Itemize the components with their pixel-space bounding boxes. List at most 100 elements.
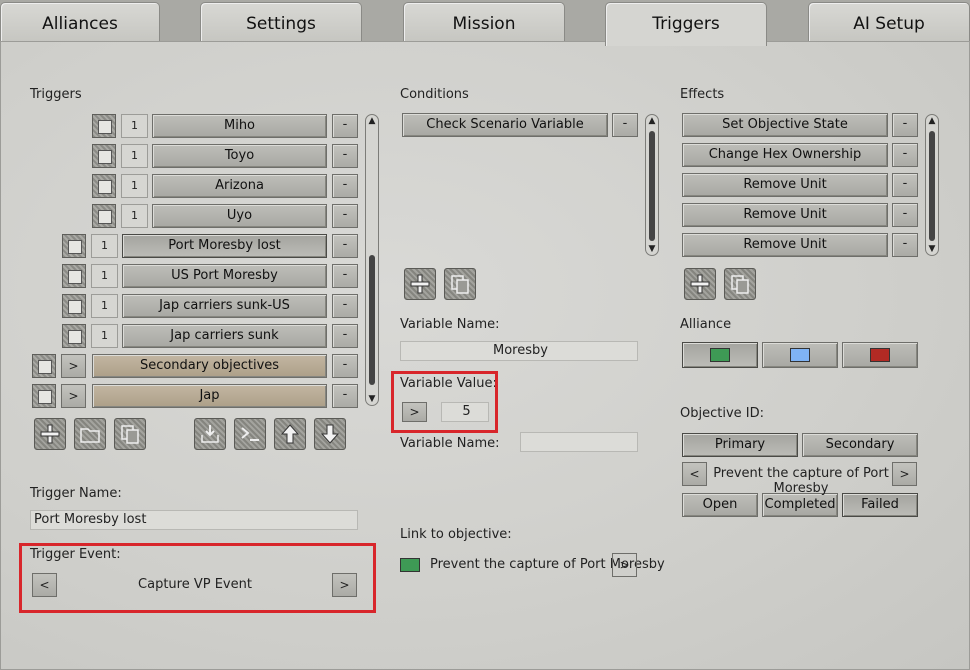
trigger-item[interactable]: Toyo <box>152 144 327 168</box>
trigger-item[interactable]: Jap <box>92 384 327 408</box>
conditions-scrollbar[interactable]: ▲ ▼ <box>645 114 659 256</box>
scroll-thumb[interactable] <box>649 131 655 241</box>
scroll-down-icon[interactable]: ▼ <box>646 244 658 254</box>
trigger-count: 1 <box>121 174 148 198</box>
trigger-remove-button[interactable]: - <box>332 234 358 258</box>
tab-ai-setup[interactable]: AI Setup <box>808 2 970 42</box>
tab-settings[interactable]: Settings <box>200 2 362 42</box>
trigger-expand-button[interactable]: > <box>61 384 86 408</box>
trigger-count: 1 <box>91 294 118 318</box>
copy-effect-button[interactable] <box>724 268 756 300</box>
trigger-remove-button[interactable]: - <box>332 294 358 318</box>
trigger-item[interactable]: US Port Moresby <box>122 264 327 288</box>
trigger-checkbox[interactable] <box>32 354 56 378</box>
effect-remove-button[interactable]: - <box>892 113 918 137</box>
trigger-count: 1 <box>121 144 148 168</box>
trigger-expand-button[interactable]: > <box>61 354 86 378</box>
import-button[interactable] <box>194 418 226 450</box>
import-icon <box>201 425 219 443</box>
trigger-remove-button[interactable]: - <box>332 114 358 138</box>
trigger-count: 1 <box>91 324 118 348</box>
trigger-checkbox[interactable] <box>92 204 116 228</box>
trigger-remove-button[interactable]: - <box>332 144 358 168</box>
trigger-item[interactable]: Jap carriers sunk <box>122 324 327 348</box>
trigger-checkbox[interactable] <box>92 174 116 198</box>
secondary-button[interactable]: Secondary <box>802 433 918 457</box>
alliance-green-button[interactable] <box>682 342 758 368</box>
trigger-checkbox[interactable] <box>92 114 116 138</box>
conditions-label: Conditions <box>400 87 469 102</box>
trigger-checkbox[interactable] <box>62 324 86 348</box>
add-condition-button[interactable] <box>404 268 436 300</box>
trigger-remove-button[interactable]: - <box>332 354 358 378</box>
copy-trigger-button[interactable] <box>114 418 146 450</box>
trigger-checkbox[interactable] <box>92 144 116 168</box>
copy-condition-button[interactable] <box>444 268 476 300</box>
trigger-item[interactable]: Port Moresby lost <box>122 234 327 258</box>
primary-button[interactable]: Primary <box>682 433 798 457</box>
trigger-checkbox[interactable] <box>62 264 86 288</box>
trigger-remove-button[interactable]: - <box>332 204 358 228</box>
effect-item[interactable]: Set Objective State <box>682 113 888 137</box>
effects-scrollbar[interactable]: ▲ ▼ <box>925 114 939 256</box>
folder-icon <box>80 428 100 443</box>
trigger-item[interactable]: Jap carriers sunk-US <box>122 294 327 318</box>
trigger-item[interactable]: Miho <box>152 114 327 138</box>
trigger-item[interactable]: Secondary objectives <box>92 354 327 378</box>
condition-remove-button[interactable]: - <box>612 113 638 137</box>
trigger-remove-button[interactable]: - <box>332 324 358 348</box>
effect-item[interactable]: Change Hex Ownership <box>682 143 888 167</box>
alliance-blue-swatch <box>790 348 810 362</box>
condition-item[interactable]: Check Scenario Variable <box>402 113 608 137</box>
effect-remove-button[interactable]: - <box>892 233 918 257</box>
trigger-count: 1 <box>91 234 118 258</box>
trigger-item[interactable]: Arizona <box>152 174 327 198</box>
trigger-item[interactable]: Uyo <box>152 204 327 228</box>
arrow-down-icon <box>320 424 340 444</box>
scroll-down-icon[interactable]: ▼ <box>366 394 378 404</box>
alliance-red-button[interactable] <box>842 342 918 368</box>
folder-button[interactable] <box>74 418 106 450</box>
trigger-count: 1 <box>91 264 118 288</box>
move-up-button[interactable] <box>274 418 306 450</box>
trigger-remove-button[interactable]: - <box>332 174 358 198</box>
tab-triggers[interactable]: Triggers <box>605 2 767 46</box>
tab-mission[interactable]: Mission <box>403 2 565 42</box>
variable-name-input[interactable]: Moresby <box>400 341 638 361</box>
trigger-checkbox[interactable] <box>62 234 86 258</box>
trigger-remove-button[interactable]: - <box>332 384 358 408</box>
variable-name-label: Variable Name: <box>400 317 500 332</box>
state-completed-button[interactable]: Completed <box>762 493 838 517</box>
link-objective-button[interactable]: > <box>612 553 637 577</box>
copy-icon <box>731 275 749 294</box>
effect-remove-button[interactable]: - <box>892 203 918 227</box>
effect-item[interactable]: Remove Unit <box>682 233 888 257</box>
tab-alliances[interactable]: Alliances <box>0 2 160 42</box>
scroll-down-icon[interactable]: ▼ <box>926 244 938 254</box>
effect-remove-button[interactable]: - <box>892 143 918 167</box>
trigger-name-input[interactable]: Port Moresby lost <box>30 510 358 530</box>
effect-remove-button[interactable]: - <box>892 173 918 197</box>
state-failed-button[interactable]: Failed <box>842 493 918 517</box>
scroll-thumb[interactable] <box>369 255 375 385</box>
variable-name-2-input[interactable] <box>520 432 638 452</box>
link-objective-color-swatch <box>400 558 420 572</box>
scroll-up-icon[interactable]: ▲ <box>926 116 938 126</box>
state-open-button[interactable]: Open <box>682 493 758 517</box>
copy-icon <box>121 425 139 444</box>
effect-item[interactable]: Remove Unit <box>682 173 888 197</box>
triggers-scrollbar[interactable]: ▲ ▼ <box>365 114 379 406</box>
scroll-thumb[interactable] <box>929 131 935 241</box>
add-trigger-button[interactable] <box>34 418 66 450</box>
console-icon <box>241 427 259 441</box>
alliance-blue-button[interactable] <box>762 342 838 368</box>
add-effect-button[interactable] <box>684 268 716 300</box>
console-button[interactable] <box>234 418 266 450</box>
effect-item[interactable]: Remove Unit <box>682 203 888 227</box>
scroll-up-icon[interactable]: ▲ <box>366 116 378 126</box>
move-down-button[interactable] <box>314 418 346 450</box>
trigger-checkbox[interactable] <box>32 384 56 408</box>
trigger-checkbox[interactable] <box>62 294 86 318</box>
scroll-up-icon[interactable]: ▲ <box>646 116 658 126</box>
trigger-remove-button[interactable]: - <box>332 264 358 288</box>
